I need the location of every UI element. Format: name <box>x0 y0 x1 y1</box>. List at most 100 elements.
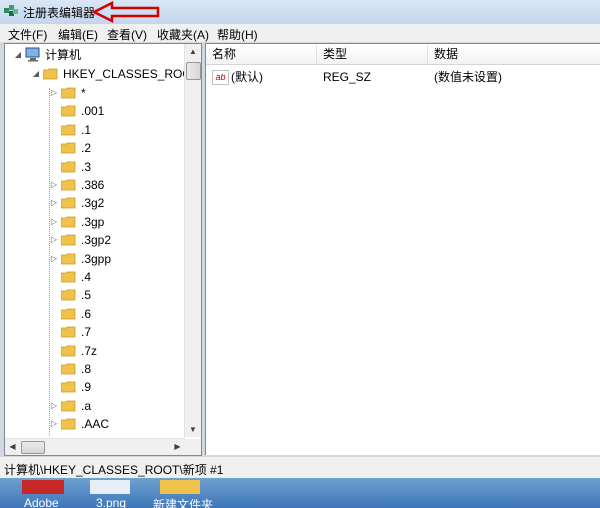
tree-node[interactable]: ▷ .386 <box>5 176 185 194</box>
tree-node[interactable]: ▷ .AAC <box>5 415 185 433</box>
window-title: 注册表编辑器 <box>23 6 96 20</box>
tree-node[interactable]: .5 <box>5 286 185 304</box>
folder-icon <box>61 87 76 99</box>
computer-icon <box>25 47 40 62</box>
expand-toggle-icon[interactable]: ▷ <box>49 194 59 212</box>
scroll-thumb[interactable] <box>21 441 45 454</box>
tree-label: .AAC <box>81 417 110 432</box>
menu-view[interactable]: 查看(V) <box>107 26 147 43</box>
tree-label: .001 <box>81 104 105 119</box>
tree-label: .7 <box>81 325 92 340</box>
tree-node[interactable]: .3 <box>5 158 185 176</box>
tree-node[interactable]: .9 <box>5 378 185 396</box>
scroll-right-icon[interactable]: ▶ <box>170 439 185 455</box>
folder-icon <box>61 381 76 393</box>
scroll-left-icon[interactable]: ◀ <box>5 439 20 455</box>
folder-icon <box>61 197 76 209</box>
column-header-type[interactable]: 类型 <box>317 44 428 64</box>
list-header: 名称 类型 数据 <box>206 44 600 65</box>
tree-label: .7z <box>81 343 98 358</box>
expand-toggle-icon[interactable]: ▷ <box>49 84 59 102</box>
value-name: (默认) <box>231 70 263 84</box>
tree-label: .5 <box>81 288 92 303</box>
tree-label: HKEY_CLASSES_ROOT <box>63 67 200 81</box>
tree-node[interactable]: .8 <box>5 360 185 378</box>
annotation-arrow <box>92 1 160 23</box>
tree-label: 计算机 <box>45 48 82 62</box>
folder-open-icon <box>43 68 58 80</box>
folder-icon <box>61 326 76 338</box>
scroll-down-icon[interactable]: ▼ <box>186 422 200 437</box>
tree-node-computer[interactable]: ◢ 计算机 <box>5 46 185 64</box>
expand-toggle-icon[interactable]: ▷ <box>49 250 59 268</box>
desktop-label-png[interactable]: 3.png <box>96 496 126 508</box>
tree-node[interactable]: .4 <box>5 268 185 286</box>
tree-node-hkcr[interactable]: ◢ HKEY_CLASSES_ROOT <box>5 65 199 83</box>
tree-label: .3gp <box>81 214 105 229</box>
scroll-corner <box>185 439 201 455</box>
tree-horizontal-scrollbar[interactable]: ◀ ▶ <box>5 438 185 455</box>
tree-node[interactable]: .7z <box>5 342 185 360</box>
tree-label: .3 <box>81 159 92 174</box>
folder-icon <box>61 363 76 375</box>
tree-label: .8 <box>81 362 92 376</box>
tree-label: .a <box>81 398 92 413</box>
tree-node[interactable]: ▷ .3g2 <box>5 194 185 212</box>
menu-file[interactable]: 文件(F) <box>8 26 47 43</box>
tree-node[interactable]: ▷ .a <box>5 397 185 415</box>
menu-help[interactable]: 帮助(H) <box>217 26 258 43</box>
folder-icon <box>160 480 200 494</box>
tree-node[interactable]: .7 <box>5 323 185 341</box>
image-file-icon <box>90 480 130 494</box>
tree-node[interactable]: ▷ .3gp2 <box>5 231 185 249</box>
tree-node[interactable]: ▷ .3gpp <box>5 250 185 268</box>
tree-label: .3gpp <box>81 251 112 266</box>
tree-node[interactable]: ▷ * <box>5 84 185 102</box>
folder-icon <box>61 289 76 301</box>
folder-icon <box>61 345 76 356</box>
expand-toggle-icon[interactable]: ◢ <box>13 46 23 64</box>
menu-favorites[interactable]: 收藏夹(A) <box>157 26 209 43</box>
tree-node[interactable]: .1 <box>5 121 185 139</box>
folder-icon <box>61 124 76 136</box>
folder-icon <box>61 308 76 320</box>
tree-node[interactable]: .001 <box>5 102 185 120</box>
values-list[interactable]: 名称 类型 数据 ab (默认) REG_SZ (数值未设置) <box>205 43 600 455</box>
expand-toggle-icon[interactable]: ▷ <box>49 213 59 231</box>
tree-label: .3gp2 <box>81 233 112 248</box>
expand-toggle-icon[interactable]: ▷ <box>49 176 59 194</box>
folder-icon <box>61 161 76 172</box>
folder-icon <box>61 253 76 264</box>
menu-bar: 文件(F) 编辑(E) 查看(V) 收藏夹(A) 帮助(H) <box>0 24 600 43</box>
tree-label: * <box>81 86 86 100</box>
string-value-icon: ab <box>212 70 229 85</box>
tree-node[interactable]: .6 <box>5 305 185 323</box>
scroll-up-icon[interactable]: ▲ <box>186 44 200 59</box>
desktop-label-folder[interactable]: 新建文件夹 <box>153 496 213 508</box>
column-header-name[interactable]: 名称 <box>206 44 317 64</box>
value-type: REG_SZ <box>323 70 372 84</box>
registry-tree[interactable]: ◢ 计算机 ◢ HKEY_CLASSES_ROOT ▷ * .001 .1 .2… <box>4 43 202 456</box>
expand-toggle-icon[interactable]: ▷ <box>49 231 59 249</box>
menu-edit[interactable]: 编辑(E) <box>58 26 98 43</box>
tree-node[interactable]: ▷ .3gp <box>5 213 185 231</box>
list-row[interactable]: ab (默认) REG_SZ (数值未设置) <box>206 68 600 86</box>
tree-vertical-scrollbar[interactable]: ▲ ▼ <box>184 44 201 437</box>
adobe-icon <box>22 480 64 494</box>
desktop-label-adobe[interactable]: Adobe <box>24 496 59 508</box>
value-data: (数值未设置) <box>434 70 502 84</box>
tree-label: .3g2 <box>81 196 105 211</box>
tree-label: .1 <box>81 122 92 137</box>
tree-label: .386 <box>81 178 105 192</box>
expand-toggle-icon[interactable]: ▷ <box>49 397 59 415</box>
title-bar: 注册表编辑器 <box>0 0 600 25</box>
expand-toggle-icon[interactable]: ◢ <box>31 65 41 83</box>
expand-toggle-icon[interactable]: ▷ <box>49 415 59 433</box>
folder-icon <box>61 142 76 154</box>
status-path: 计算机\HKEY_CLASSES_ROOT\新项 #1 <box>4 463 224 477</box>
tree-node[interactable]: .2 <box>5 139 185 157</box>
folder-icon <box>61 271 76 283</box>
scroll-thumb[interactable] <box>186 62 201 80</box>
folder-icon <box>61 418 76 430</box>
column-header-data[interactable]: 数据 <box>428 44 600 64</box>
